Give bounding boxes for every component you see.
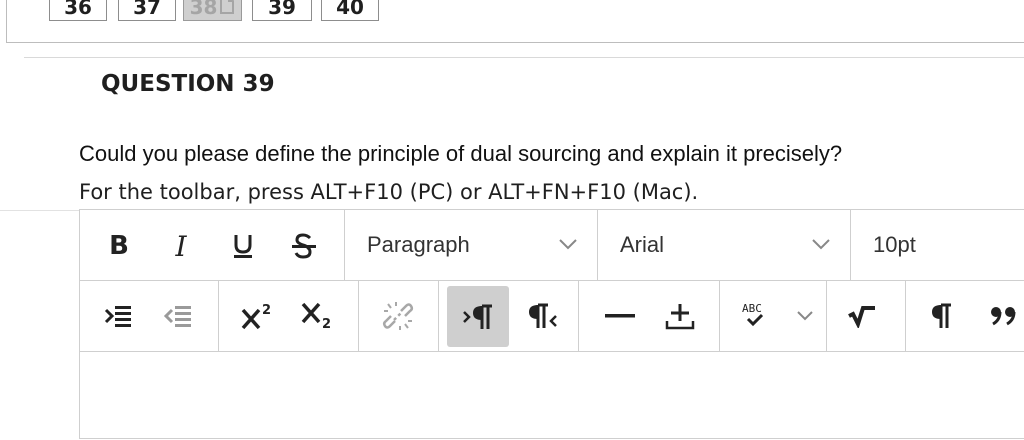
svg-text:2: 2 (262, 303, 271, 318)
font-select-value: Arial (620, 232, 665, 257)
question-navigator: 36 37 38 39 40 (6, 0, 1024, 43)
question-number-36[interactable]: 36 (49, 0, 107, 21)
toolbar-separator (438, 281, 439, 351)
strikethrough-button[interactable] (282, 226, 326, 266)
superscript-icon: 2 (240, 302, 274, 330)
toolbar-separator (905, 281, 906, 351)
toolbar-separator (358, 281, 359, 351)
question-number-37[interactable]: 37 (118, 0, 176, 21)
plus-minus-icon (665, 301, 695, 331)
bold-button[interactable]: B (98, 226, 140, 266)
italic-button[interactable]: I (160, 226, 202, 266)
outdent-button[interactable] (158, 297, 198, 335)
chevron-down-icon (811, 237, 831, 251)
bold-icon: B (109, 231, 129, 261)
question-number-40[interactable]: 40 (321, 0, 379, 21)
page-flag-icon (219, 0, 235, 19)
font-size-select[interactable]: 10pt (851, 210, 1024, 280)
format-select-value: Paragraph (367, 232, 470, 257)
question-number-39[interactable]: 39 (252, 0, 312, 21)
horizontal-line-button[interactable] (598, 297, 642, 335)
rtl-paragraph-button[interactable] (520, 297, 564, 335)
paragraph-icon (931, 302, 953, 330)
spellcheck-button[interactable]: ABC (730, 297, 830, 335)
plus-minus-button[interactable] (658, 297, 702, 335)
toolbar-hint: For the toolbar, press ALT+F10 (PC) or A… (79, 180, 699, 204)
rtl-paragraph-icon (526, 302, 558, 330)
indent-button[interactable] (98, 297, 138, 335)
unlink-button[interactable] (376, 297, 420, 335)
divider-line (0, 210, 80, 211)
toolbar-row-1: B I Paragraph Arial 10pt (80, 210, 1024, 281)
toolbar-separator (826, 281, 827, 351)
question-title: QUESTION 39 (101, 71, 275, 97)
math-icon (847, 304, 877, 328)
unlink-icon (382, 300, 414, 332)
font-size-select-value: 10pt (873, 232, 916, 257)
svg-text:2: 2 (322, 317, 331, 330)
outdent-icon (164, 304, 192, 328)
toolbar-separator (218, 281, 219, 351)
math-button[interactable] (840, 297, 884, 335)
blockquote-button[interactable] (982, 297, 1024, 335)
spellcheck-icon: ABC (740, 301, 770, 329)
blockquote-icon (989, 306, 1019, 326)
subscript-button[interactable]: 2 (295, 297, 339, 335)
strikethrough-icon (291, 233, 317, 259)
subscript-icon: 2 (300, 302, 334, 330)
ltr-paragraph-button[interactable] (447, 286, 509, 347)
indent-icon (104, 304, 132, 328)
section-divider (24, 57, 1024, 58)
question-number-38-current[interactable]: 38 (183, 0, 242, 21)
answer-editor: B I Paragraph Arial 10pt 2 2 ABC (79, 209, 1024, 439)
underline-icon (232, 233, 254, 259)
toolbar-separator (719, 281, 720, 351)
chevron-down-icon (558, 237, 578, 251)
toolbar-separator (578, 281, 579, 351)
question-text: Could you please define the principle of… (79, 141, 843, 166)
underline-button[interactable] (222, 226, 264, 266)
format-select[interactable]: Paragraph (345, 210, 597, 280)
paragraph-button[interactable] (920, 297, 964, 335)
ltr-paragraph-icon (462, 303, 494, 331)
superscript-button[interactable]: 2 (235, 297, 279, 335)
chevron-down-icon (796, 310, 814, 322)
italic-icon: I (175, 229, 187, 263)
horizontal-line-icon (605, 313, 635, 319)
editor-text-area[interactable] (80, 352, 1024, 440)
font-select[interactable]: Arial (598, 210, 850, 280)
svg-text:ABC: ABC (742, 302, 762, 315)
toolbar-row-2: 2 2 ABC (80, 281, 1024, 352)
